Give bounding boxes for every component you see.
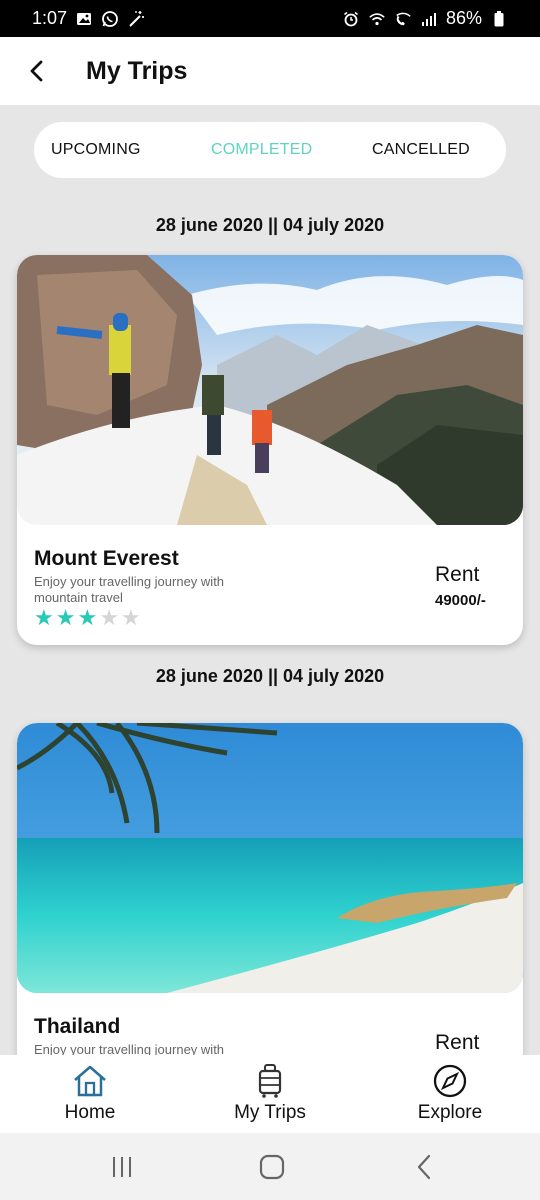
back-arrow-icon (30, 60, 43, 82)
signal-icon (420, 10, 438, 28)
wifi-call-icon (394, 10, 412, 28)
status-time: 1:07 (32, 8, 68, 28)
trip-dates: 28 june 2020 || 04 july 2020 (155, 215, 385, 235)
rating-stars: ★ ★ ★ ★ ★ (34, 607, 141, 629)
tab-completed[interactable]: COMPLETED (211, 141, 312, 159)
nav-home[interactable]: Home (0, 1055, 180, 1133)
gallery-icon (75, 10, 93, 28)
status-left: 1:07 (32, 8, 145, 29)
star-icon-filled: ★ (34, 605, 54, 630)
tropical-beach-photo (17, 723, 523, 993)
whatsapp-icon (101, 10, 119, 28)
home-button-icon[interactable] (257, 1153, 287, 1181)
wifi-icon (368, 10, 386, 28)
home-icon (74, 1065, 106, 1097)
nav-my-trips[interactable]: My Trips (180, 1055, 360, 1133)
nav-explore[interactable]: Explore (360, 1055, 540, 1133)
bottom-navigation: Home My Trips Explore (0, 1055, 540, 1133)
app-bar: My Trips (0, 37, 540, 105)
nav-my-trips-label: My Trips (234, 1102, 306, 1123)
tab-cancelled[interactable]: CANCELLED (372, 141, 470, 159)
trip-card-mount-everest[interactable]: Mount Everest Enjoy your travelling jour… (17, 255, 523, 645)
system-back-icon[interactable] (410, 1153, 440, 1181)
trip-dates: 28 june 2020 || 04 july 2020 (155, 666, 385, 686)
recents-icon[interactable] (107, 1153, 137, 1181)
nav-explore-label: Explore (417, 1102, 483, 1123)
back-button[interactable] (22, 57, 50, 85)
alarm-icon (342, 10, 360, 28)
compass-icon (433, 1064, 467, 1098)
star-icon-filled: ★ (77, 605, 98, 630)
nav-home-label: Home (64, 1102, 116, 1123)
status-bar: 1:07 86% (0, 0, 540, 37)
page-title: My Trips (86, 56, 188, 85)
star-icon-empty: ★ (99, 605, 119, 630)
mountain-hikers-photo (17, 255, 523, 525)
battery-percent: 86% (445, 8, 482, 28)
trip-card-body: Mount Everest Enjoy your travelling jour… (17, 525, 523, 645)
star-icon-filled: ★ (55, 605, 76, 630)
star-icon-empty: ★ (120, 605, 141, 630)
trip-description: Enjoy your travelling journey with mount… (34, 574, 225, 605)
rent-label: Rent (435, 563, 480, 586)
luggage-icon (258, 1064, 282, 1098)
tab-upcoming[interactable]: UPCOMING (51, 141, 141, 159)
battery-icon (490, 10, 508, 28)
rent-price: 49000/- (435, 592, 486, 609)
status-right: 86% (342, 8, 508, 29)
trip-name: Thailand (34, 1015, 121, 1038)
trip-status-tabs: UPCOMING COMPLETED CANCELLED (34, 122, 506, 178)
magic-icon (127, 10, 145, 28)
rent-label: Rent (435, 1031, 480, 1054)
system-navigation-bar (0, 1133, 540, 1200)
trip-name: Mount Everest (34, 547, 179, 570)
